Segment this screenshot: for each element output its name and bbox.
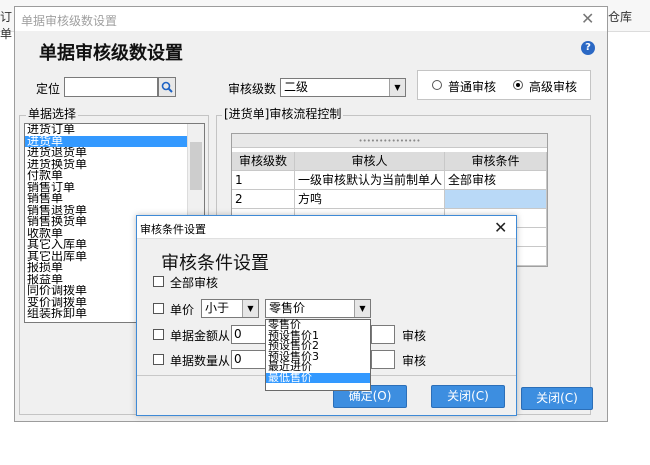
help-icon[interactable]: ? <box>581 41 595 55</box>
audit-mode-group: 普通审核 高级审核 <box>417 70 591 100</box>
chevron-down-icon[interactable]: ▼ <box>389 79 405 96</box>
grid-cell-reviewer[interactable]: 一级审核默认为当前制单人 <box>295 171 445 190</box>
background-tab-right[interactable]: 仓库 <box>608 8 632 25</box>
cond-price-checkbox[interactable] <box>153 303 164 314</box>
radio-selected-dot <box>516 83 520 87</box>
qty-suffix: 审核 <box>402 354 427 368</box>
sub-close-button[interactable]: 关闭(C) <box>431 385 505 408</box>
cond-amount-label[interactable]: 单据金额从 <box>170 327 230 344</box>
locate-label: 定位 <box>36 82 61 96</box>
grid-cell-level[interactable]: 1 <box>232 171 295 190</box>
main-window-title: 单据审核级数设置 <box>21 14 118 28</box>
price-field-options: 零售价 预设售价1 预设售价2 预设售价3 最近进价 最低售价 <box>266 319 370 383</box>
amount-suffix: 审核 <box>402 329 427 343</box>
grid-cell-condition[interactable]: 全部审核 <box>445 171 547 190</box>
cond-qty-checkbox[interactable] <box>153 354 164 365</box>
sub-window-title: 审核条件设置 <box>140 223 206 236</box>
grid-cell-condition-selected[interactable] <box>445 190 547 209</box>
doc-list-item[interactable]: 进货单 <box>25 135 187 147</box>
background-tab-left[interactable]: 订单 <box>0 8 14 42</box>
level-select[interactable]: 二级 ▼ <box>280 78 406 97</box>
level-label: 审核级数 <box>228 82 277 96</box>
locate-input[interactable] <box>64 77 158 97</box>
price-field-option[interactable]: 最低售价 <box>266 372 370 383</box>
chevron-down-icon[interactable]: ▼ <box>242 300 258 317</box>
doc-list-item[interactable]: 进货退货单 <box>25 147 187 159</box>
cond-price-label[interactable]: 单价 <box>170 301 194 318</box>
doc-list-item[interactable]: 进货换货单 <box>25 159 187 171</box>
grid-header-level: 审核级数 <box>232 152 295 171</box>
grid-top-bar: ••••••••••••••• <box>232 134 547 148</box>
sub-close-icon[interactable]: ✕ <box>494 220 507 236</box>
doc-list-scroll-thumb[interactable] <box>190 142 202 190</box>
radio-advanced-label[interactable]: 高级审核 <box>529 78 577 95</box>
main-heading: 单据审核级数设置 <box>39 43 183 64</box>
doc-select-group-title: 单据选择 <box>26 107 79 121</box>
main-close-button[interactable]: 关闭(C) <box>521 387 593 410</box>
price-field-dropdown[interactable]: 零售价 预设售价1 预设售价2 预设售价3 最近进价 最低售价 <box>265 319 371 391</box>
locate-search-button[interactable] <box>158 77 176 97</box>
radio-advanced-audit[interactable] <box>513 80 523 90</box>
qty-to-input[interactable] <box>371 350 395 369</box>
cond-qty-label[interactable]: 单据数量从 <box>170 352 230 369</box>
radio-normal-label[interactable]: 普通审核 <box>448 78 496 95</box>
cond-all-label[interactable]: 全部审核 <box>170 274 218 291</box>
price-field-value: 零售价 <box>269 301 306 315</box>
doc-list-item[interactable]: 进货订单 <box>25 124 187 136</box>
audit-condition-dialog: 审核条件设置 ✕ 审核条件设置 全部审核 单价 小于 ▼ 零售价 ▼ 单据金额从… <box>136 215 517 416</box>
price-operator-select[interactable]: 小于 ▼ <box>201 299 259 318</box>
level-select-value: 二级 <box>284 80 309 94</box>
chevron-down-icon[interactable]: ▼ <box>354 300 370 317</box>
price-operator-value: 小于 <box>205 301 230 315</box>
radio-normal-audit[interactable] <box>432 80 442 90</box>
sub-heading: 审核条件设置 <box>161 253 269 274</box>
doc-list-item[interactable]: 销售单 <box>25 193 187 205</box>
main-close-icon[interactable]: ✕ <box>581 11 594 27</box>
price-field-select[interactable]: 零售价 ▼ <box>265 299 371 318</box>
doc-list-item[interactable]: 付款单 <box>25 170 187 182</box>
amount-to-input[interactable] <box>371 325 395 344</box>
grid-cell-reviewer[interactable]: 方鸣 <box>295 190 445 209</box>
cond-amount-checkbox[interactable] <box>153 329 164 340</box>
flow-control-group-title: [进货单]审核流程控制 <box>222 107 344 121</box>
doc-list-item[interactable]: 销售订单 <box>25 182 187 194</box>
grid-cell-level[interactable]: 2 <box>232 190 295 209</box>
cond-all-checkbox[interactable] <box>153 276 164 287</box>
grid-header-condition: 审核条件 <box>445 152 547 171</box>
search-icon <box>161 81 173 93</box>
grid-header-reviewer: 审核人 <box>295 152 445 171</box>
